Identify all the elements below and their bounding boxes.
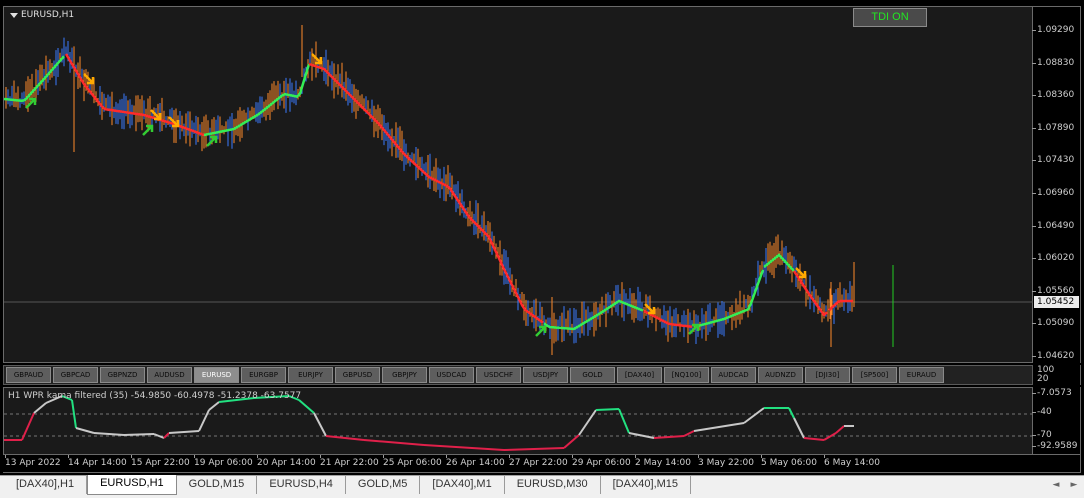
time-tick-label: 27 Apr 22:00 [509, 455, 568, 468]
dropdown-triangle-icon[interactable] [10, 12, 18, 18]
strip-axis: 100 20 [1033, 365, 1081, 385]
time-tick-label: 2 May 14:00 [635, 455, 691, 468]
chart-tab[interactable]: GOLD,M15 [177, 476, 258, 494]
signal-arrows [25, 53, 807, 337]
tab-scroll-left-icon[interactable]: ◄ [1050, 479, 1062, 491]
symbol-button-gbpcad[interactable]: GBPCAD [53, 367, 98, 383]
time-tick-label: 25 Apr 06:00 [383, 455, 442, 468]
symbol-button-audnzd[interactable]: AUDNZD [758, 367, 803, 383]
price-chart-canvas [4, 25, 1034, 355]
symbol-switcher-strip: GBPAUD GBPCAD GBPNZD AUDUSD EURUSD EURGBP EURJ… [3, 365, 1033, 385]
price-tick-label: 1.06020 [1031, 253, 1075, 264]
symbol-button-gbpnzd[interactable]: GBPNZD [100, 367, 145, 383]
chart-symbol-title[interactable]: EURUSD,H1 [10, 10, 74, 20]
symbol-button-euraud[interactable]: EURAUD [899, 367, 944, 383]
strip-tick-bottom: 20 [1037, 374, 1049, 384]
price-tick-label: 1.07890 [1031, 122, 1075, 133]
indicator-tick: -7.0573 [1032, 388, 1072, 398]
price-chart-area[interactable]: EURUSD,H1 [3, 6, 1034, 363]
time-tick-label: 6 May 14:00 [824, 455, 880, 468]
indicator-axis: -7.0573 -40 -70 -92.9589 [1031, 387, 1081, 455]
chart-tab[interactable]: EURUSD,H4 [257, 476, 346, 494]
price-axis[interactable]: 1.09290 1.08830 1.08360 1.07890 1.07430 1.069… [1031, 6, 1081, 363]
symbol-button-nq100[interactable]: [NQ100] [664, 367, 709, 383]
time-tick-label: 26 Apr 14:00 [446, 455, 505, 468]
symbol-button-sp500[interactable]: [SP500] [852, 367, 897, 383]
symbol-button-usdjpy[interactable]: USDJPY [523, 367, 568, 383]
symbol-button-gbpusd[interactable]: GBPUSD [335, 367, 380, 383]
time-tick-label: 14 Apr 14:00 [68, 455, 127, 468]
symbol-button-audusd[interactable]: AUDUSD [147, 367, 192, 383]
chart-tab[interactable]: [DAX40],M1 [420, 476, 505, 494]
time-axis[interactable]: 13 Apr 2022 14 Apr 14:00 15 Apr 22:00 19 Ap… [3, 455, 1081, 473]
indicator-window[interactable]: H1 WPR kama filtered (35) -54.9850 -60.4… [3, 387, 1034, 455]
price-tick-label: 1.09290 [1031, 25, 1075, 35]
symbol-button-dax40[interactable]: [DAX40] [617, 367, 662, 383]
indicator-tick: -40 [1032, 407, 1052, 417]
metatrader-chart-window: EURUSD,H1 TDI ON 1.09290 1.08830 1.08360 1.… [0, 0, 1084, 498]
indicator-tick: -70 [1032, 430, 1052, 440]
price-tick-label: 1.08360 [1031, 90, 1075, 101]
current-price-label: 1.05452 [1034, 296, 1079, 308]
symbol-button-usdcad[interactable]: USDCAD [429, 367, 474, 383]
indicator-label: H1 WPR kama filtered (35) -54.9850 -60.4… [8, 391, 302, 401]
symbol-button-eurgbp[interactable]: EURGBP [241, 367, 286, 383]
indicator-tick: -92.9589 [1031, 441, 1078, 451]
symbol-button-gbpaud[interactable]: GBPAUD [6, 367, 51, 383]
chart-tab[interactable]: EURUSD,H1 [87, 475, 177, 495]
price-tick-label: 1.05560 [1031, 285, 1075, 296]
price-tick-label: 1.07430 [1031, 155, 1075, 166]
wpr-line [4, 395, 854, 451]
time-tick-label: 21 Apr 22:00 [320, 455, 379, 468]
price-tick-label: 1.06960 [1031, 188, 1075, 198]
price-tick-label: 1.04620 [1031, 351, 1075, 361]
time-tick-label: 3 May 22:00 [698, 455, 754, 468]
time-tick-label: 13 Apr 2022 [5, 455, 61, 468]
price-bars [5, 25, 855, 355]
time-tick-label: 15 Apr 22:00 [131, 455, 190, 468]
symbol-button-eurusd[interactable]: EURUSD [194, 367, 239, 383]
chart-tab[interactable]: [DAX40],M15 [601, 476, 692, 494]
symbol-button-dji30[interactable]: [DJI30] [805, 367, 850, 383]
chart-tab[interactable]: [DAX40],H1 [4, 476, 88, 494]
symbol-button-gold[interactable]: GOLD [570, 367, 615, 383]
tdi-toggle-button[interactable]: TDI ON [853, 8, 927, 27]
time-tick-label: 29 Apr 06:00 [572, 455, 631, 468]
symbol-button-eurjpy[interactable]: EURJPY [288, 367, 333, 383]
symbol-button-gbpjpy[interactable]: GBPJPY [382, 367, 427, 383]
chart-tab-bar: [DAX40],H1 EURUSD,H1 GOLD,M15 EURUSD,H4 GOLD… [0, 475, 1084, 498]
time-tick-label: 19 Apr 06:00 [194, 455, 253, 468]
chart-tab[interactable]: GOLD,M5 [346, 476, 421, 494]
symbol-button-audcad[interactable]: AUDCAD [711, 367, 756, 383]
time-tick-label: 5 May 06:00 [761, 455, 817, 468]
time-tick-label: 20 Apr 14:00 [257, 455, 316, 468]
symbol-button-usdchf[interactable]: USDCHF [476, 367, 521, 383]
tab-scroll-right-icon[interactable]: ► [1068, 479, 1080, 491]
chart-tab[interactable]: EURUSD,M30 [505, 476, 601, 494]
price-tick-label: 1.08830 [1031, 57, 1075, 68]
price-tick-label: 1.05090 [1031, 318, 1075, 329]
price-tick-label: 1.06490 [1031, 220, 1075, 231]
kama-line [4, 53, 853, 331]
chart-title-text: EURUSD,H1 [21, 10, 75, 20]
